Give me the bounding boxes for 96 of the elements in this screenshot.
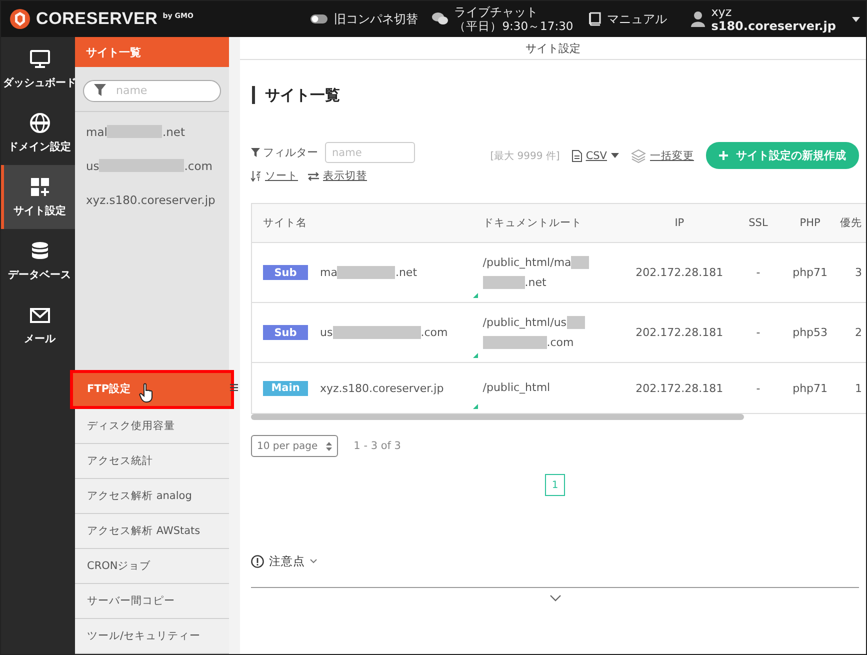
column-header: PHP [781, 204, 839, 242]
toggle-icon [310, 14, 328, 24]
per-page-select[interactable]: 10 per page [251, 435, 338, 457]
document-root: /public_html/us .com [482, 302, 624, 362]
page-title: サイト一覧 [252, 86, 866, 104]
bulk-edit-link[interactable]: 一括変更 [631, 148, 694, 162]
submenu-item[interactable]: CRONジョブ [75, 549, 229, 584]
sort-icon [251, 170, 261, 182]
submenu-item[interactable]: FTP設定 [72, 372, 232, 407]
caret-icon[interactable] [852, 16, 860, 22]
ssl-cell: - [735, 302, 782, 362]
site-name: xyz.s180.coreserver.jp [320, 382, 444, 394]
submenu-item[interactable]: アクセス統計 [75, 444, 229, 479]
warning-icon [251, 555, 264, 568]
redaction-bar [566, 316, 585, 329]
swap-icon [308, 172, 319, 180]
submenu-item[interactable]: アクセス解析 AWStats [75, 514, 229, 549]
nav-item[interactable]: ドメイン設定 [1, 101, 75, 165]
filter-icon [251, 148, 260, 157]
column-header: ドキュメントルート [482, 204, 624, 242]
sub-sidebar-title: サイト一覧 [75, 37, 229, 67]
site-type-badge: Main [263, 380, 308, 396]
submenu-item[interactable]: サーバー間コピー [75, 584, 229, 619]
section-title: サイト設定 [526, 40, 580, 56]
php-cell: php71 [781, 362, 839, 413]
caret-icon [611, 153, 619, 158]
manual-link[interactable]: マニュアル [607, 10, 668, 28]
corner-mark-icon [472, 404, 478, 409]
chevron-down-icon [310, 559, 317, 564]
submenu-item[interactable]: アクセス解析 analog [75, 479, 229, 514]
column-header: サイト名 [252, 204, 482, 242]
monitor-icon [28, 48, 50, 70]
nav-item[interactable]: ダッシュボード [1, 37, 75, 101]
submenu-item[interactable]: ツール/セキュリティー [75, 619, 229, 654]
notes-toggle[interactable]: 注意点 [251, 554, 317, 569]
ip-cell: 202.172.28.181 [624, 242, 736, 302]
ip-cell: 202.172.28.181 [624, 302, 736, 362]
hand-cursor-icon [139, 383, 156, 403]
ssl-cell: - [735, 362, 782, 413]
max-count: [最大 9999 件] [490, 150, 560, 162]
site-link[interactable]: us .com [75, 150, 229, 184]
corner-mark-icon [472, 293, 478, 298]
result-range: 1 - 3 of 3 [354, 440, 401, 452]
redaction-bar [337, 266, 396, 279]
user-name: xyz [711, 5, 733, 19]
ssl-cell: - [735, 242, 782, 302]
sort-link[interactable]: ソート [251, 169, 298, 183]
chat-hours: （平日）9:30～17:30 [454, 19, 574, 33]
php-cell: php71 [781, 242, 839, 302]
live-chat-link[interactable]: ライブチャット [454, 5, 574, 19]
submenu-item[interactable]: ディスク使用容量 [75, 409, 229, 444]
corner-mark-icon [472, 353, 478, 358]
filter-label: フィルター [251, 145, 318, 160]
site-name: ma .net [320, 266, 418, 279]
scrollbar-thumb[interactable] [251, 414, 744, 420]
user-icon [691, 11, 706, 27]
priority-cell: 3 [839, 242, 866, 302]
site-link[interactable]: mal .net [75, 116, 229, 150]
user-host: s180.coreserver.jp [711, 19, 836, 33]
priority-cell: 2 [839, 302, 866, 362]
ip-cell: 202.172.28.181 [624, 362, 736, 413]
redaction-bar [482, 276, 525, 289]
column-header: SSL [735, 204, 782, 242]
logo-text: CORESERVER [36, 9, 158, 29]
redaction-bar [571, 256, 590, 269]
site-type-badge: Sub [263, 325, 308, 340]
php-cell: php53 [781, 302, 839, 362]
chat-icon [432, 12, 448, 26]
filter-field[interactable]: name [325, 142, 415, 163]
view-toggle-link[interactable]: 表示切替 [308, 169, 367, 183]
redaction-bar [107, 125, 162, 138]
document-root: /public_html/ma .net [482, 242, 624, 302]
filter-icon [94, 84, 106, 96]
site-link[interactable]: xyz.s180.coreserver.jp [75, 184, 229, 218]
column-header: 優先 [839, 204, 866, 242]
updown-icon [326, 442, 332, 450]
csv-link[interactable]: CSV [572, 150, 619, 162]
site-name: us .com [320, 326, 448, 339]
grid-plus-icon [28, 176, 50, 198]
nav-item[interactable]: メール [1, 293, 75, 357]
search-field[interactable]: name [83, 80, 221, 102]
document-icon [572, 150, 582, 162]
logo-icon [9, 8, 31, 30]
chevron-down-icon[interactable] [550, 595, 560, 602]
plus-icon [719, 151, 728, 160]
column-header: IP [624, 204, 736, 242]
priority-cell: 1 [839, 362, 866, 413]
book-icon [587, 12, 602, 26]
nav-item[interactable]: サイト設定 [1, 165, 75, 229]
site-type-badge: Sub [263, 265, 308, 280]
layers-icon [631, 148, 646, 162]
document-root: /public_html [482, 362, 624, 413]
nav-item[interactable]: データベース [1, 229, 75, 293]
redaction-bar [482, 336, 547, 349]
legacy-panel-toggle[interactable]: 旧コンパネ切替 [310, 10, 418, 28]
globe-icon [28, 112, 50, 134]
